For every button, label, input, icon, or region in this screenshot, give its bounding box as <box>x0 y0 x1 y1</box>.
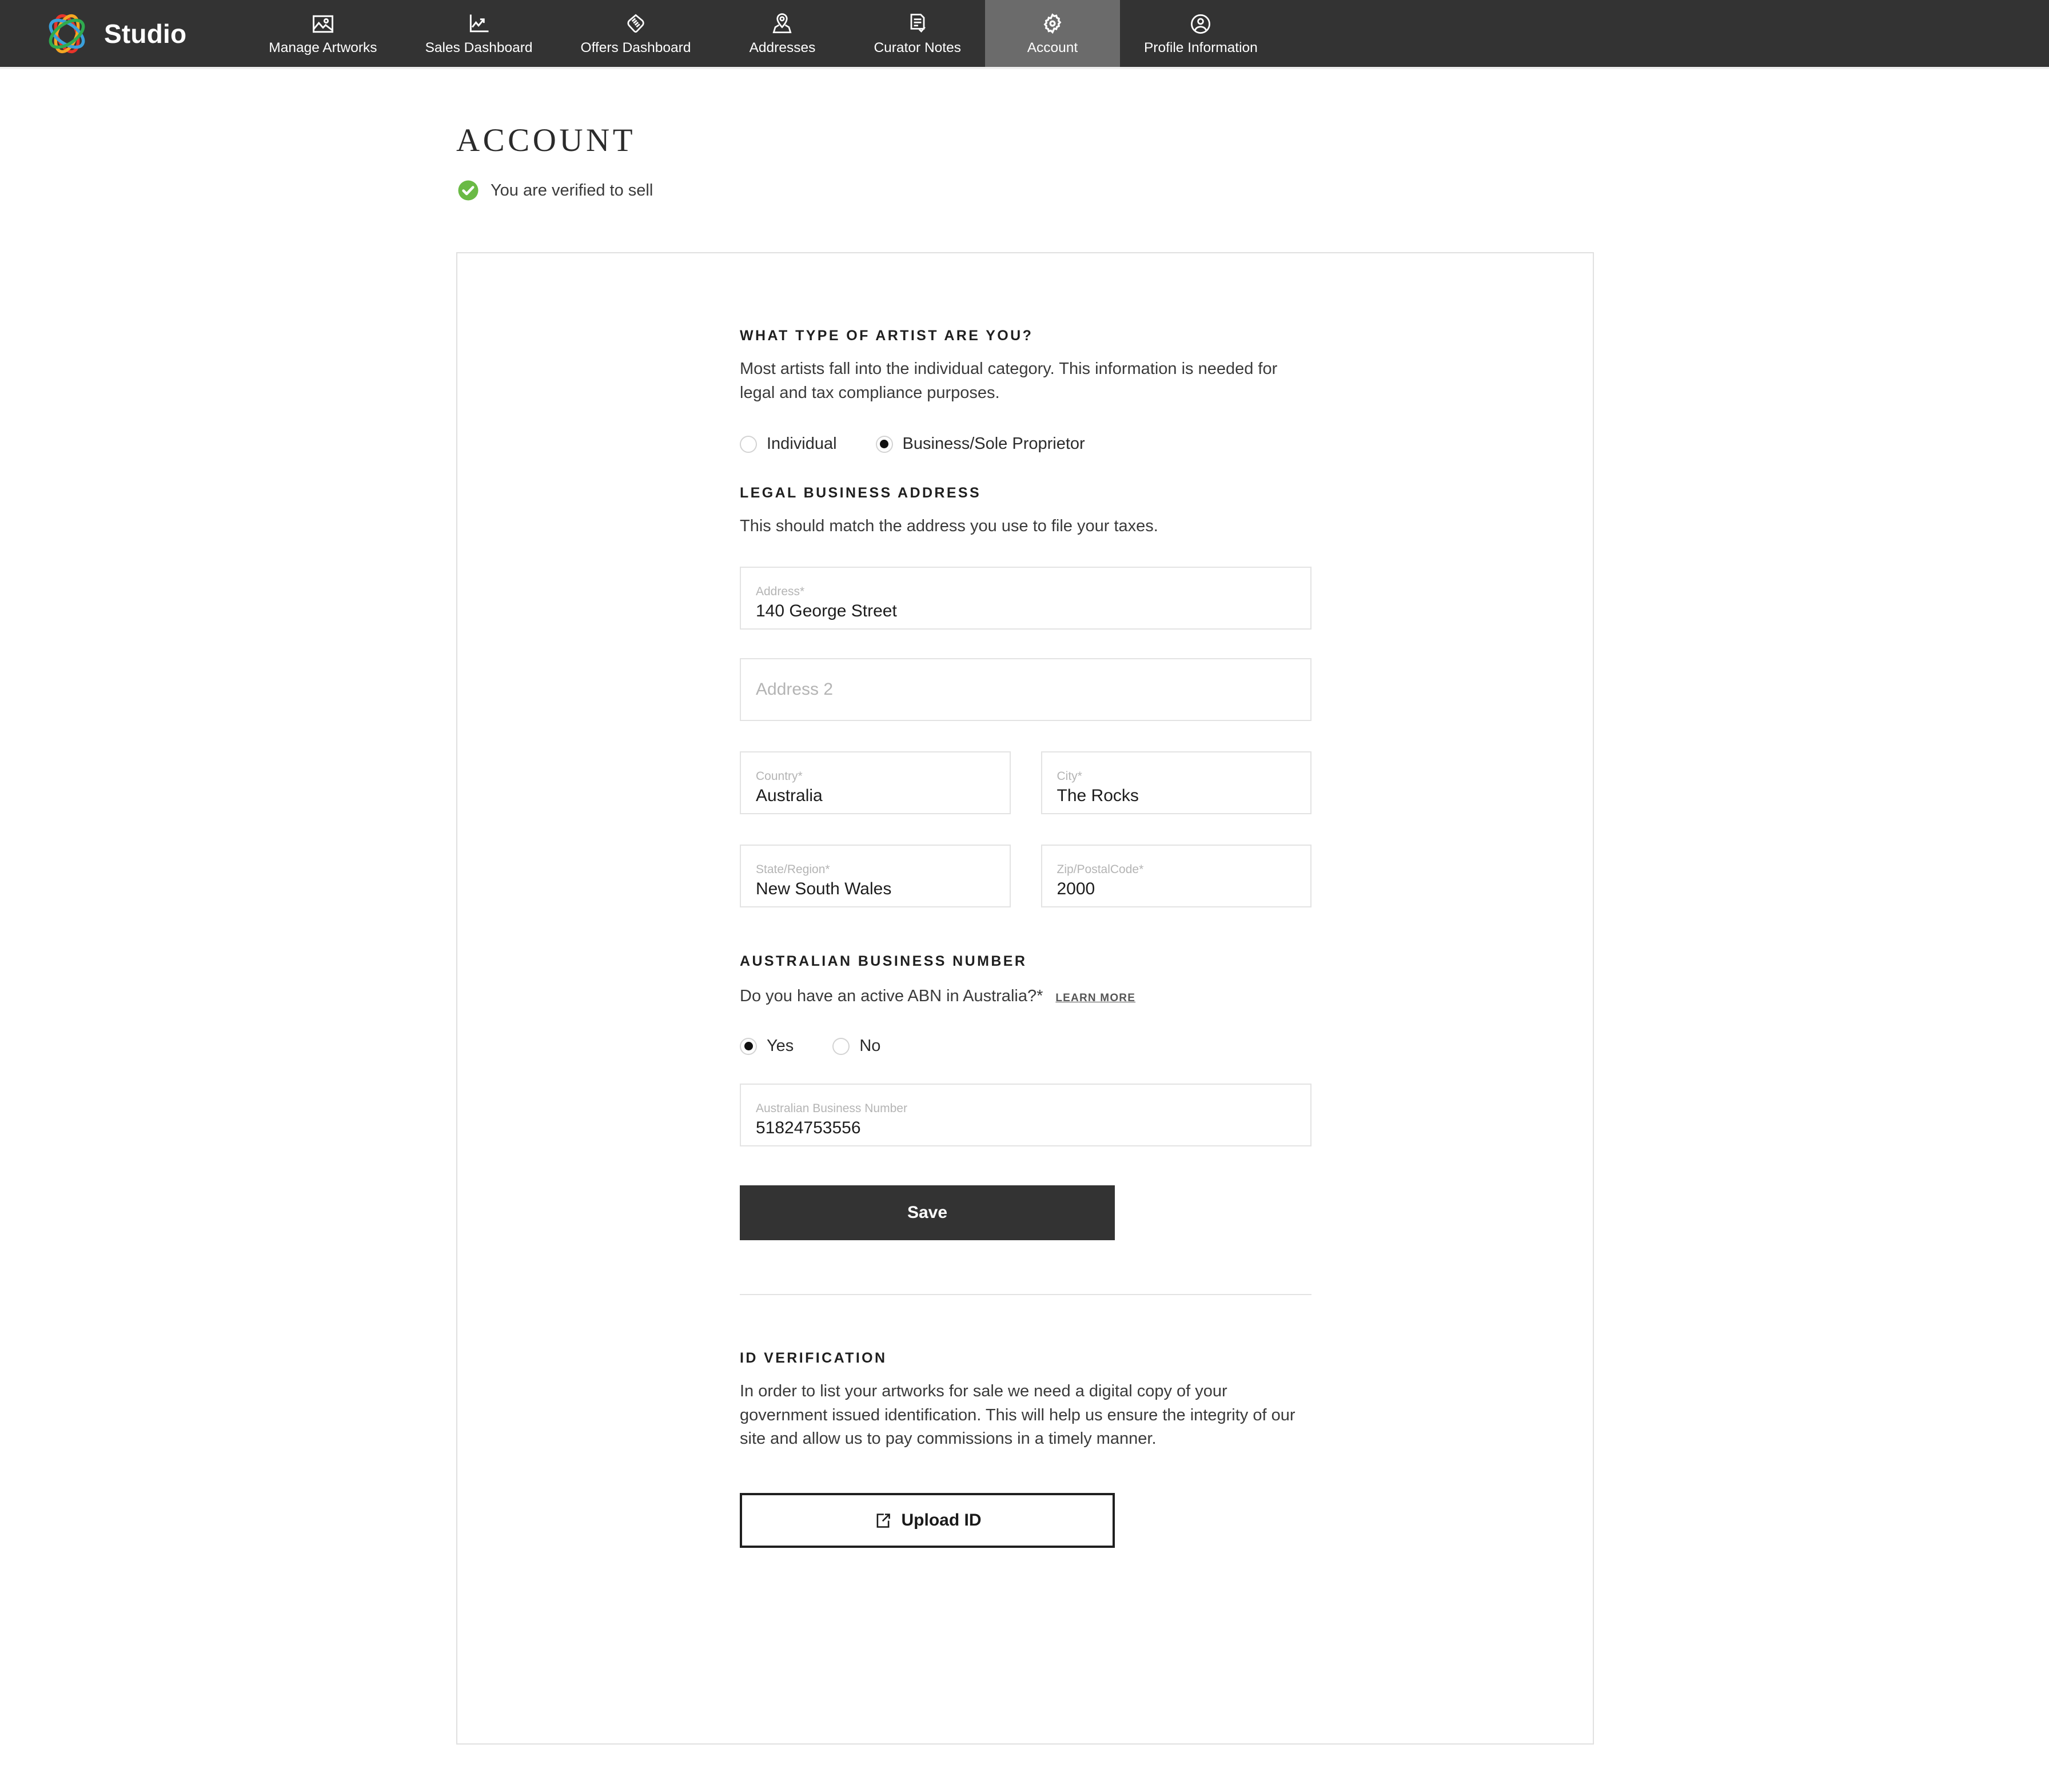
nav-item-sales-dashboard[interactable]: Sales Dashboard <box>401 0 557 67</box>
account-form-card: WHAT TYPE OF ARTIST ARE YOU? Most artist… <box>456 252 1594 1745</box>
user-circle-icon <box>1188 11 1213 37</box>
abn-number-label: Australian Business Number <box>756 1101 907 1115</box>
top-navigation-bar: Studio Manage Artworks Sales Dashboard O… <box>0 0 2049 69</box>
nav-item-label: Manage Artworks <box>269 40 377 56</box>
handshake-icon <box>623 11 648 37</box>
city-field[interactable]: City* The Rocks <box>1041 751 1311 815</box>
radio-mark-business[interactable] <box>875 435 893 453</box>
gear-icon <box>1040 11 1065 37</box>
nav-item-manage-artworks[interactable]: Manage Artworks <box>245 0 401 67</box>
upload-id-button[interactable]: Upload ID <box>740 1493 1115 1548</box>
nav-item-label: Profile Information <box>1143 40 1258 56</box>
abn-radio-group: Yes No <box>740 1037 1311 1056</box>
nav-item-addresses[interactable]: Addresses <box>715 0 850 67</box>
id-verification-heading: ID VERIFICATION <box>740 1349 887 1366</box>
city-label: City* <box>1057 770 1082 783</box>
country-city-row: Country* Australia City* The Rocks <box>740 751 1311 815</box>
state-field[interactable]: State/Region* New South Wales <box>740 845 1011 908</box>
id-verification-description: In order to list your artworks for sale … <box>740 1381 1295 1448</box>
map-pin-icon <box>770 11 795 37</box>
country-field[interactable]: Country* Australia <box>740 751 1011 815</box>
section-divider <box>740 1293 1311 1295</box>
nav-item-label: Offers Dashboard <box>580 40 691 56</box>
account-form: WHAT TYPE OF ARTIST ARE YOU? Most artist… <box>740 253 1311 1548</box>
abn-heading: AUSTRALIAN BUSINESS NUMBER <box>740 953 1027 970</box>
abn-question-row: Do you have an active ABN in Australia?*… <box>740 986 1311 1007</box>
zip-value: 2000 <box>1057 879 1095 899</box>
nav-item-label: Account <box>1027 40 1078 56</box>
radio-option-yes[interactable]: Yes <box>740 1037 794 1056</box>
external-link-icon <box>874 1511 892 1530</box>
note-check-icon <box>905 11 930 37</box>
abn-question-text: Do you have an active ABN in Australia?* <box>740 987 1043 1006</box>
radio-mark-individual[interactable] <box>740 435 757 453</box>
zip-field[interactable]: Zip/PostalCode* 2000 <box>1041 845 1311 908</box>
abn-number-field[interactable]: Australian Business Number 51824753556 <box>740 1083 1311 1146</box>
nav-item-label: Sales Dashboard <box>425 40 533 56</box>
radio-option-individual[interactable]: Individual <box>740 435 837 453</box>
artist-type-description: Most artists fall into the individual ca… <box>740 360 1278 402</box>
address1-field[interactable]: Address* 140 George Street <box>740 567 1311 630</box>
abn-number-value: 51824753556 <box>756 1118 861 1137</box>
nav-item-offers-dashboard[interactable]: Offers Dashboard <box>557 0 715 67</box>
artist-type-heading: WHAT TYPE OF ARTIST ARE YOU? <box>740 328 1034 344</box>
radio-label-no: No <box>859 1037 881 1056</box>
country-value: Australia <box>756 786 823 806</box>
radio-mark-yes[interactable] <box>740 1037 757 1055</box>
address2-placeholder: Address 2 <box>756 680 834 699</box>
brand-name: Studio <box>104 18 187 49</box>
page-title: ACCOUNT <box>456 122 636 158</box>
image-icon <box>310 11 336 37</box>
account-page: ACCOUNT You are verified to sell WHAT TY… <box>0 67 2049 1745</box>
state-label: State/Region* <box>756 863 830 877</box>
nav-item-label: Addresses <box>749 40 816 56</box>
verified-status-badge: You are verified to sell <box>456 178 2049 202</box>
nav-item-profile-information[interactable]: Profile Information <box>1120 0 1282 67</box>
radio-option-business[interactable]: Business/Sole Proprietor <box>875 435 1085 453</box>
address1-label: Address* <box>756 585 805 599</box>
nav-item-account[interactable]: Account <box>984 0 1120 67</box>
address1-value: 140 George Street <box>756 602 897 621</box>
state-zip-row: State/Region* New South Wales Zip/Postal… <box>740 845 1311 908</box>
save-button[interactable]: Save <box>740 1185 1115 1240</box>
nav-item-curator-notes[interactable]: Curator Notes <box>850 0 985 67</box>
verified-status-text: You are verified to sell <box>491 181 653 200</box>
legal-address-heading: LEGAL BUSINESS ADDRESS <box>740 484 982 501</box>
city-value: The Rocks <box>1057 786 1139 806</box>
state-value: New South Wales <box>756 879 892 899</box>
line-chart-icon <box>467 11 492 37</box>
legal-address-description: This should match the address you use to… <box>740 516 1158 535</box>
radio-label-business: Business/Sole Proprietor <box>902 435 1085 453</box>
radio-mark-no[interactable] <box>832 1037 850 1055</box>
country-label: Country* <box>756 770 803 783</box>
radio-label-yes: Yes <box>767 1037 794 1056</box>
artist-type-radio-group: Individual Business/Sole Proprietor <box>740 435 1311 453</box>
learn-more-link[interactable]: LEARN MORE <box>1055 992 1135 1005</box>
zip-label: Zip/PostalCode* <box>1057 863 1144 877</box>
nav-items: Manage Artworks Sales Dashboard Offers D… <box>245 0 1282 67</box>
upload-id-label: Upload ID <box>901 1511 982 1530</box>
color-ring-logo-icon <box>45 11 89 56</box>
address2-field[interactable]: Address 2 <box>740 658 1311 722</box>
page-header: ACCOUNT You are verified to sell <box>0 67 2049 202</box>
brand[interactable]: Studio <box>0 0 209 67</box>
radio-option-no[interactable]: No <box>832 1037 881 1056</box>
check-circle-icon <box>456 178 480 202</box>
radio-label-individual: Individual <box>767 435 837 453</box>
nav-item-label: Curator Notes <box>874 40 961 56</box>
